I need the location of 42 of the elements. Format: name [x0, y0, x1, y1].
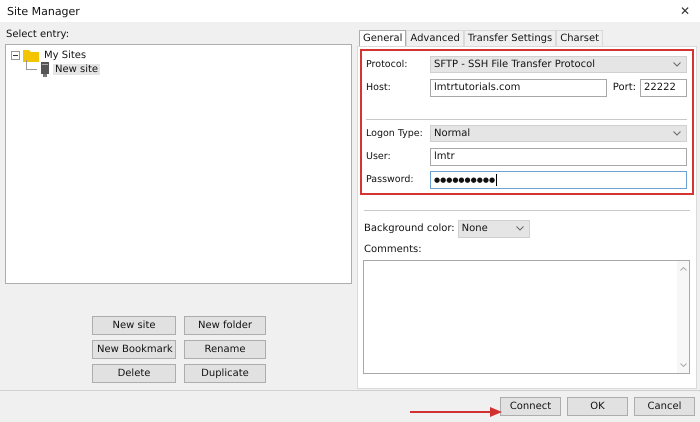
close-button[interactable]: ✕	[670, 0, 700, 22]
tree-button[interactable]: New folder	[184, 316, 266, 335]
collapse-icon[interactable]	[11, 50, 20, 60]
tree-item[interactable]: My Sites	[42, 50, 88, 60]
comments-label: Comments:	[364, 244, 423, 255]
scroll-up-icon[interactable]	[680, 267, 686, 271]
port-label: Port:	[612, 82, 636, 93]
port-field[interactable]: 22222	[640, 78, 687, 96]
comments-field[interactable]	[363, 260, 690, 374]
tab[interactable]: Advanced	[406, 30, 464, 46]
tab[interactable]: Transfer Settings	[464, 30, 556, 46]
user-field[interactable]: lmtr	[430, 148, 687, 166]
logon-type-dropdown[interactable]: Normal	[430, 125, 687, 142]
dialog-button[interactable]: Connect	[500, 397, 561, 416]
tree-button[interactable]: New site	[92, 316, 176, 335]
logon-type-label: Logon Type:	[366, 128, 424, 139]
tree-button[interactable]: New Bookmark	[92, 340, 176, 359]
tree-button[interactable]: Delete	[92, 364, 176, 383]
folder-icon	[23, 48, 39, 62]
tree-button[interactable]: Duplicate	[184, 364, 266, 383]
chevron-icon	[673, 62, 681, 67]
user-label: User:	[366, 151, 392, 162]
protocol-dropdown[interactable]: SFTP - SSH File Transfer Protocol	[430, 56, 687, 73]
chevron-icon	[673, 131, 681, 136]
host-field[interactable]: lmtrtutorials.com	[430, 78, 607, 96]
background-color-dropdown[interactable]: None	[458, 220, 530, 238]
tree-button[interactable]: Rename	[184, 340, 266, 359]
background-color-label: Background color:	[364, 223, 455, 234]
window-title: Site Manager	[7, 4, 80, 18]
host-label: Host:	[366, 82, 392, 93]
password-label: Password:	[366, 174, 415, 185]
server-icon	[40, 62, 50, 76]
dialog-button[interactable]: OK	[567, 397, 628, 416]
dialog-button[interactable]: Cancel	[634, 397, 695, 416]
scrollbar[interactable]	[677, 261, 689, 373]
protocol-label: Protocol:	[366, 59, 408, 70]
chevron-icon	[516, 226, 524, 231]
tree-item[interactable]: New site	[53, 64, 100, 74]
tab[interactable]: Charset	[556, 30, 604, 46]
tab[interactable]: General	[359, 30, 406, 46]
scroll-down-icon[interactable]	[680, 363, 686, 367]
select-entry-label: Select entry:	[6, 29, 70, 40]
